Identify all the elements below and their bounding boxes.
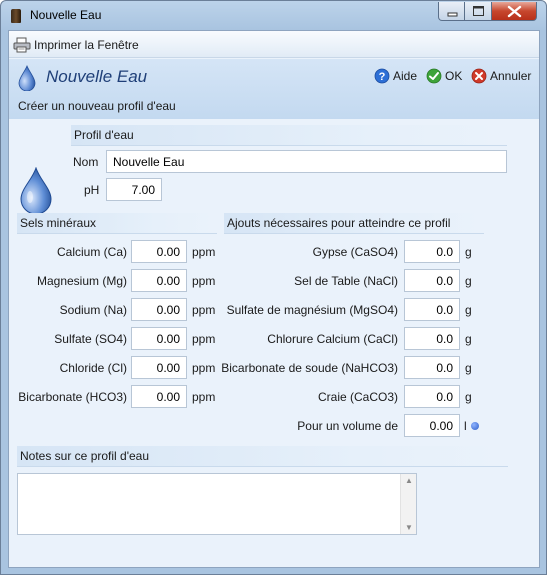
sulfate-field[interactable] <box>131 327 187 350</box>
client-area: Imprimer la Fenêtre Nouvelle Eau Créer u… <box>8 30 540 568</box>
magnesium-field[interactable] <box>131 269 187 292</box>
chloride-label: Chloride (Cl) <box>59 361 127 375</box>
name-field[interactable] <box>106 150 507 173</box>
gypsum-unit: g <box>465 245 472 259</box>
gypsum-label: Gypse (CaSO4) <box>312 245 398 259</box>
printer-icon <box>13 37 31 53</box>
baking-soda-field[interactable] <box>404 356 460 379</box>
info-indicator-icon[interactable] <box>471 422 479 430</box>
form-body: Profil d'eau Nom pH Sels minéraux Calciu… <box>9 119 539 567</box>
minimize-icon <box>447 12 458 17</box>
cancel-icon <box>471 68 487 84</box>
bicarbonate-unit: ppm <box>192 390 216 404</box>
help-label: Aide <box>393 69 418 83</box>
water-drop-large-icon <box>20 167 52 215</box>
help-icon: ? <box>374 68 390 84</box>
sodium-label: Sodium (Na) <box>59 303 127 317</box>
chalk-field[interactable] <box>404 385 460 408</box>
gypsum-field[interactable] <box>404 240 460 263</box>
beer-glass-icon <box>11 9 21 23</box>
table-salt-label: Sel de Table (NaCl) <box>294 274 398 288</box>
page-header: Nouvelle Eau Créer un nouveau profil d'e… <box>9 59 539 119</box>
print-window-button[interactable]: Imprimer la Fenêtre <box>13 36 139 54</box>
close-button[interactable] <box>492 2 537 21</box>
maximize-button[interactable] <box>465 2 492 21</box>
magnesium-sulfate-unit: g <box>465 303 472 317</box>
magnesium-sulfate-field[interactable] <box>404 298 460 321</box>
name-label: Nom <box>73 155 99 169</box>
print-window-label: Imprimer la Fenêtre <box>34 38 139 52</box>
maximize-icon <box>473 6 484 16</box>
toolbar: Imprimer la Fenêtre <box>9 31 539 58</box>
calcium-chloride-label: Chlorure Calcium (CaCl) <box>267 332 398 346</box>
notes-scrollbar[interactable]: ▲ ▼ <box>400 474 416 534</box>
bicarbonate-field[interactable] <box>131 385 187 408</box>
ok-button[interactable]: OK <box>426 68 462 84</box>
app-window: Nouvelle Eau Imprimer la Fenêtre Nouvell… <box>0 0 547 575</box>
chloride-unit: ppm <box>192 361 216 375</box>
magnesium-sulfate-label: Sulfate de magnésium (MgSO4) <box>226 303 398 317</box>
sulfate-unit: ppm <box>192 332 216 346</box>
calcium-unit: ppm <box>192 245 216 259</box>
calcium-chloride-field[interactable] <box>404 327 460 350</box>
notes-section-header: Notes sur ce profil d'eau <box>17 446 508 467</box>
title-bar[interactable]: Nouvelle Eau <box>1 1 546 30</box>
water-drop-icon <box>18 65 36 91</box>
chloride-field[interactable] <box>131 356 187 379</box>
chalk-label: Craie (CaCO3) <box>317 390 398 404</box>
baking-soda-label: Bicarbonate de soude (NaHCO3) <box>221 361 398 375</box>
sodium-field[interactable] <box>131 298 187 321</box>
minerals-section-header: Sels minéraux <box>17 213 217 234</box>
cancel-button[interactable]: Annuler <box>471 68 531 84</box>
chalk-unit: g <box>465 390 472 404</box>
calcium-label: Calcium (Ca) <box>56 245 127 259</box>
sodium-unit: ppm <box>192 303 216 317</box>
magnesium-label: Magnesium (Mg) <box>36 274 127 288</box>
baking-soda-unit: g <box>465 361 472 375</box>
scroll-down-arrow-icon[interactable]: ▼ <box>405 523 413 532</box>
bicarbonate-label: Bicarbonate (HCO3) <box>18 390 127 404</box>
scroll-up-arrow-icon[interactable]: ▲ <box>405 476 413 485</box>
volume-unit: l <box>464 419 467 433</box>
ph-field[interactable] <box>106 178 162 201</box>
additions-section-header: Ajouts nécessaires pour atteindre ce pro… <box>224 213 484 234</box>
calcium-field[interactable] <box>131 240 187 263</box>
close-icon <box>507 5 522 18</box>
table-salt-field[interactable] <box>404 269 460 292</box>
table-salt-unit: g <box>465 274 472 288</box>
cancel-label: Annuler <box>490 69 532 83</box>
help-button[interactable]: ? Aide <box>374 68 417 84</box>
window-title: Nouvelle Eau <box>30 8 102 22</box>
notes-textarea[interactable]: ▲ ▼ <box>17 473 417 535</box>
svg-text:?: ? <box>379 71 386 83</box>
page-subtitle: Créer un nouveau profil d'eau <box>18 99 176 113</box>
profile-section-header: Profil d'eau <box>71 125 507 146</box>
magnesium-unit: ppm <box>192 274 216 288</box>
volume-field[interactable] <box>404 414 460 437</box>
calcium-chloride-unit: g <box>465 332 472 346</box>
page-title: Nouvelle Eau <box>46 67 148 86</box>
volume-label: Pour un volume de <box>297 419 398 433</box>
ph-label: pH <box>84 183 100 197</box>
ok-label: OK <box>445 69 463 83</box>
minimize-button[interactable] <box>438 2 465 21</box>
sulfate-label: Sulfate (SO4) <box>54 332 127 346</box>
check-icon <box>426 68 442 84</box>
